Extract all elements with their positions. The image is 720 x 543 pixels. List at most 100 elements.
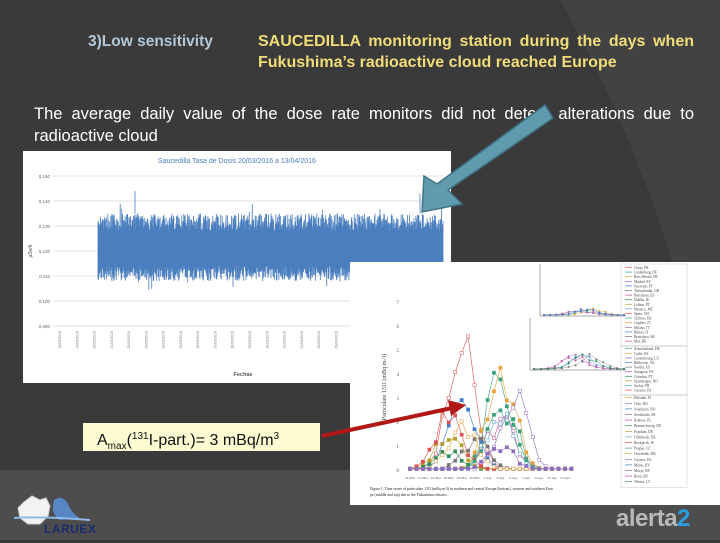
series-marker [433, 466, 438, 471]
iodine-timeseries-figure: 0 1 2 3 4 5 6 7 Particulate 131I (mBq m-3) 18-Mar… [350, 262, 720, 505]
series-marker [466, 407, 470, 412]
y-tick-label: 0,110 [39, 274, 50, 279]
series-marker [505, 421, 509, 426]
series-marker [446, 463, 451, 467]
x-tick-label: 01/04/2016 [300, 331, 304, 349]
y-tick-label: 5 [397, 349, 400, 354]
series-marker [472, 459, 477, 464]
legend-entry: Osterfelde, DK [634, 452, 656, 457]
series-marker [530, 434, 535, 439]
series-marker [517, 466, 522, 471]
series-marker [433, 440, 438, 445]
y-tick-label: 6 [397, 325, 400, 330]
series-marker [517, 429, 522, 434]
chart-title: Saucedilla Tasa de Dosis 20/03/2016 a 13… [158, 158, 316, 165]
series-marker [453, 449, 458, 454]
x-tick-label: 30/03/2016 [265, 331, 269, 349]
x-tick-label: 9-Apr [535, 476, 544, 480]
y-axis-label: µSv/h [28, 244, 34, 257]
series-marker [505, 466, 509, 471]
series-marker [472, 427, 477, 432]
series-marker [524, 450, 529, 455]
series-marker [427, 447, 432, 452]
series-marker [427, 461, 432, 466]
series-marker [498, 463, 503, 468]
x-tick-label: 7-Apr [522, 476, 531, 480]
series-marker [498, 408, 503, 413]
laruex-logo-text: LARUEX [44, 522, 97, 536]
x-tick-label: 02/04/2016 [317, 331, 321, 349]
series-marker [440, 453, 445, 458]
series-marker [498, 466, 503, 471]
series-marker [492, 389, 496, 394]
inset-series-line [533, 354, 624, 370]
x-tick-label: 11-Apr [547, 476, 558, 480]
series-marker [498, 365, 503, 370]
x-tick-label: 24/03/2016 [162, 331, 166, 349]
series-marker [517, 461, 522, 466]
series-marker [446, 423, 451, 428]
series-marker [453, 370, 458, 374]
series-marker [511, 434, 516, 438]
amax-rest: I-part.)= 3 mBq/m [148, 432, 274, 449]
x-tick-label: 26-Mar [444, 476, 455, 480]
series-marker [498, 426, 503, 431]
series-marker [466, 466, 470, 471]
legend-entry: Stockholm, SE [634, 413, 656, 418]
x-tick-label: 24-Mar [431, 476, 442, 480]
alerta2-logo: alerta2 [616, 505, 690, 533]
y-tick-label: 1 [397, 445, 400, 450]
x-tick-label: 03/04/2016 [334, 331, 338, 349]
amax-annotation-box: Amax(131I-part.)= 3 mBq/m3 [83, 423, 320, 452]
series-marker [517, 442, 522, 447]
series-marker [440, 442, 445, 446]
x-tick-label: 18/03/2016 [58, 331, 62, 349]
series-marker [492, 412, 496, 417]
series-marker [537, 457, 542, 462]
series-marker [459, 419, 464, 424]
x-tick-label: 22-Mar [418, 476, 429, 480]
legend-entry: Svanhovd, NO [634, 407, 656, 412]
series-marker [446, 438, 451, 442]
series-marker [485, 417, 490, 422]
series-marker [472, 450, 477, 455]
series-marker [479, 428, 483, 432]
series-marker [459, 398, 464, 402]
series-marker [492, 436, 496, 441]
series-marker [440, 409, 445, 414]
x-axis-label: Fechas [234, 372, 253, 378]
series-marker [459, 466, 464, 471]
x-tick-label: 20/03/2016 [93, 331, 97, 349]
series-marker [433, 451, 438, 456]
series-marker [505, 445, 509, 450]
x-tick-label: 5-Apr [509, 476, 518, 480]
series-marker [550, 466, 554, 471]
series-marker [459, 458, 464, 463]
series-marker [466, 453, 470, 458]
series-marker [485, 438, 490, 443]
legend-entry: Potsdam, DE [634, 430, 654, 435]
series-marker [421, 466, 425, 471]
y-tick-label: 3 [397, 397, 400, 402]
series-marker [472, 465, 477, 469]
series-marker [466, 458, 470, 463]
legend-entry: Offenbach, DE [634, 435, 656, 440]
series-marker [517, 418, 522, 423]
series-marker [505, 412, 509, 416]
x-tick-label: 13-Apr [560, 476, 571, 480]
series-marker [479, 459, 483, 464]
series-marker [511, 449, 516, 454]
alerta-accent: 2 [677, 505, 690, 532]
legend-entry: Minsk, BY [634, 463, 650, 468]
series-marker [459, 449, 464, 454]
legend-entry: Brest, BY [634, 475, 649, 480]
y-tick-label: 0,120 [39, 249, 51, 254]
series-marker [446, 466, 451, 471]
series-marker [466, 435, 470, 439]
series-marker [485, 444, 490, 449]
series-marker [543, 466, 548, 471]
series-marker [517, 452, 522, 456]
series-marker [511, 405, 516, 410]
x-tick-label: 28-Mar [456, 476, 467, 480]
series-marker [453, 466, 458, 471]
